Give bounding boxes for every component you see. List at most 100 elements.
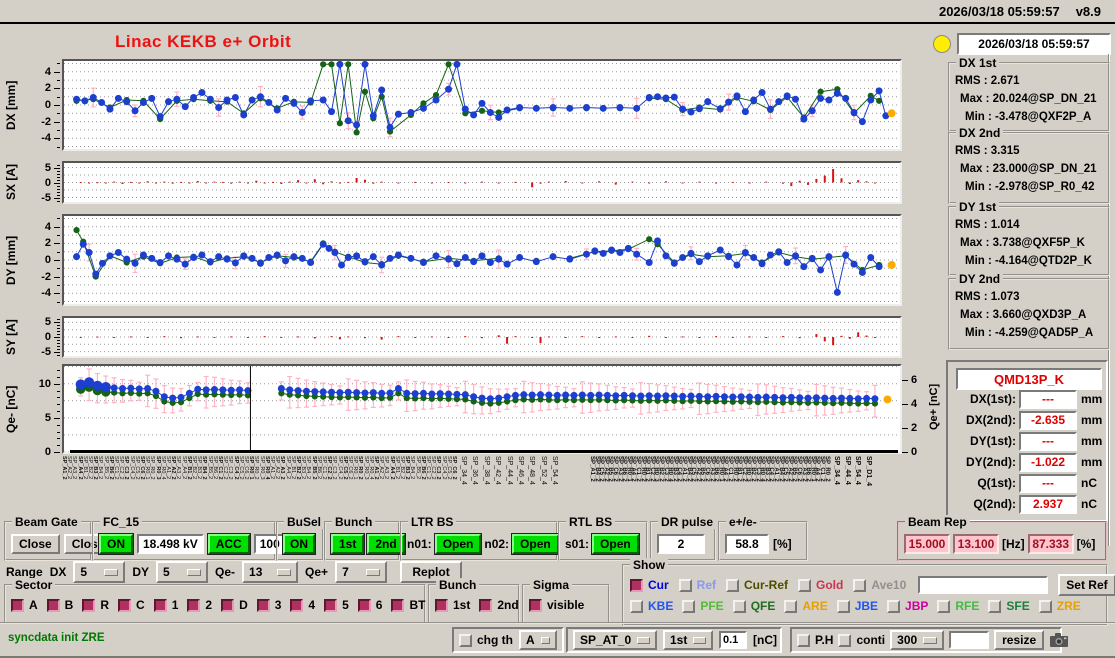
ph-checkbox[interactable]: P.H (797, 633, 833, 647)
dy-plot[interactable] (62, 214, 902, 306)
sector-checkbox-2[interactable]: 2 (187, 598, 212, 612)
beam-gate-close1-button[interactable]: Close (11, 534, 60, 554)
range-dx-dropdown[interactable]: 5 (73, 561, 125, 583)
beam-rep-hz-unit: [Hz] (1002, 537, 1025, 551)
sector-checkbox-BT[interactable]: BT (391, 598, 425, 612)
show-checkbox-RFE[interactable]: RFE (937, 599, 979, 613)
show-checkbox-Ref[interactable]: Ref (679, 578, 716, 592)
sector-checkbox-B[interactable]: B (47, 598, 74, 612)
show-checkbox-KBE[interactable]: KBE (630, 599, 673, 613)
checkbox-icon (154, 599, 167, 612)
show-checkbox-JBP[interactable]: JBP (887, 599, 928, 613)
chg-th-dropdown[interactable]: A (519, 630, 557, 650)
checkbox-icon (47, 599, 60, 612)
dropdown-handle-icon (277, 569, 291, 576)
range-qeplus-label: Qe+ (305, 565, 328, 579)
sector-checkbox-6[interactable]: 6 (358, 598, 383, 612)
status-bar: syncdata init ZRE chg th A SP_AT_0 1st [… (0, 622, 1115, 656)
sector-checkbox-A[interactable]: A (11, 598, 38, 612)
threshold-unit: [nC] (753, 633, 777, 647)
range-qeminus-dropdown[interactable]: 13 (242, 561, 298, 583)
show-title: Show (630, 558, 668, 572)
top-datetime: 2026/03/18 05:59:57 (939, 4, 1060, 19)
qe-plot[interactable] (62, 364, 902, 454)
dropdown-handle-icon (187, 569, 201, 576)
show-checkbox-Cur[interactable]: Cur (630, 578, 669, 592)
set-ref-button[interactable]: Set Ref (1058, 574, 1115, 596)
monitor-row: Q(2nd):2.937nC (950, 495, 1097, 513)
set-ref-input[interactable] (918, 576, 1048, 594)
qe-y-axis-ticks: 1050 (24, 364, 60, 454)
sector-checkbox-1[interactable]: 1 (154, 598, 179, 612)
checkbox-icon (887, 600, 900, 613)
show-checkbox-Cur-Ref[interactable]: Cur-Ref (726, 578, 788, 592)
checkbox-icon (391, 599, 404, 612)
bunch-1st-button[interactable]: 1st (331, 534, 364, 554)
top-version: v8.9 (1076, 4, 1101, 19)
dx-plot[interactable] (62, 59, 902, 151)
show-checkbox-QFE[interactable]: QFE (733, 599, 776, 613)
dropdown-handle-icon (693, 637, 706, 644)
sector-checkbox-4[interactable]: 4 (290, 598, 315, 612)
application-window: 2026/03/18 05:59:57 v8.9 Linac KEKB e+ O… (0, 0, 1115, 658)
stat-row: Min : -4.164@QTD2P_K (950, 252, 1108, 270)
show-checkbox-ARE[interactable]: ARE (784, 599, 827, 613)
checkbox-icon (187, 599, 200, 612)
chg-th-panel: chg th A (452, 627, 564, 653)
fc15-on-button[interactable]: ON (99, 534, 133, 554)
checkbox-icon (479, 599, 492, 612)
bunch-title: Bunch (332, 515, 375, 529)
bunch-select-group: Bunch 1st2nd (428, 584, 520, 624)
sigma-checkbox-visible[interactable]: visible (529, 598, 584, 612)
bunch-checkbox-1st[interactable]: 1st (435, 598, 470, 612)
dy-y-axis-ticks: 420-2-4 (24, 214, 60, 306)
chg-th-checkbox[interactable]: chg th (459, 633, 513, 647)
beam-rep-value1: 15.000 (904, 534, 950, 554)
show-checkbox-ZRE[interactable]: ZRE (1039, 599, 1081, 613)
show-checkbox-Gold[interactable]: Gold (798, 578, 843, 592)
dr-pulse-field[interactable]: 2 (657, 534, 705, 554)
sx-plot[interactable] (62, 161, 902, 204)
range-qeplus-dropdown[interactable]: 7 (335, 561, 387, 583)
dx-y-axis-ticks: 420-2-4 (24, 59, 60, 151)
checkbox-icon (435, 599, 448, 612)
checkbox-icon (726, 579, 739, 592)
sp-select-dropdown[interactable]: SP_AT_0 (573, 630, 657, 650)
bunch-checkbox-2nd[interactable]: 2nd (479, 598, 518, 612)
show-checkbox-JBE[interactable]: JBE (837, 599, 878, 613)
fc15-acc-button[interactable]: ACC (208, 534, 250, 554)
rtl-s01-open-button[interactable]: Open (592, 534, 639, 554)
resize-button[interactable]: resize (994, 630, 1044, 650)
sector-checkbox-3[interactable]: 3 (257, 598, 282, 612)
sector-checkbox-C[interactable]: C (118, 598, 145, 612)
sector-checkbox-5[interactable]: 5 (324, 598, 349, 612)
checkbox-icon (682, 600, 695, 613)
x-axis-baseline (70, 450, 898, 453)
dropdown-handle-icon (923, 637, 937, 644)
ltr-n02-open-button[interactable]: Open (512, 534, 559, 554)
range-qeminus-label: Qe- (215, 565, 235, 579)
busel-on-button[interactable]: ON (283, 534, 315, 554)
checkbox-icon (797, 634, 810, 647)
threshold-input[interactable] (719, 631, 747, 649)
stat-row: Max : 3.738@QXF5P_K (950, 234, 1108, 252)
sy-plot[interactable] (62, 316, 902, 358)
fc15-title: FC_15 (100, 515, 142, 529)
sector-checkbox-R[interactable]: R (82, 598, 109, 612)
stat-row: Max : 23.000@SP_DN_21 (950, 160, 1108, 178)
show-checkbox-SFE[interactable]: SFE (988, 599, 1029, 613)
rtl-s01-label: s01: (565, 537, 589, 551)
ltr-n01-open-button[interactable]: Open (435, 534, 482, 554)
show-checkbox-Ave10[interactable]: Ave10 (853, 578, 906, 592)
extra-input[interactable] (949, 631, 989, 649)
range-dy-label: DY (132, 565, 149, 579)
sector-checkbox-D[interactable]: D (221, 598, 248, 612)
points-dropdown[interactable]: 300 (890, 630, 944, 650)
camera-icon[interactable] (1049, 632, 1069, 648)
busel-group: BuSel ON (276, 521, 324, 561)
bunch-select-dropdown[interactable]: 1st (663, 630, 713, 650)
ltr-n02-label: n02: (484, 537, 509, 551)
range-dy-dropdown[interactable]: 5 (156, 561, 208, 583)
conti-checkbox[interactable]: conti (838, 633, 885, 647)
show-checkbox-PFE[interactable]: PFE (682, 599, 723, 613)
